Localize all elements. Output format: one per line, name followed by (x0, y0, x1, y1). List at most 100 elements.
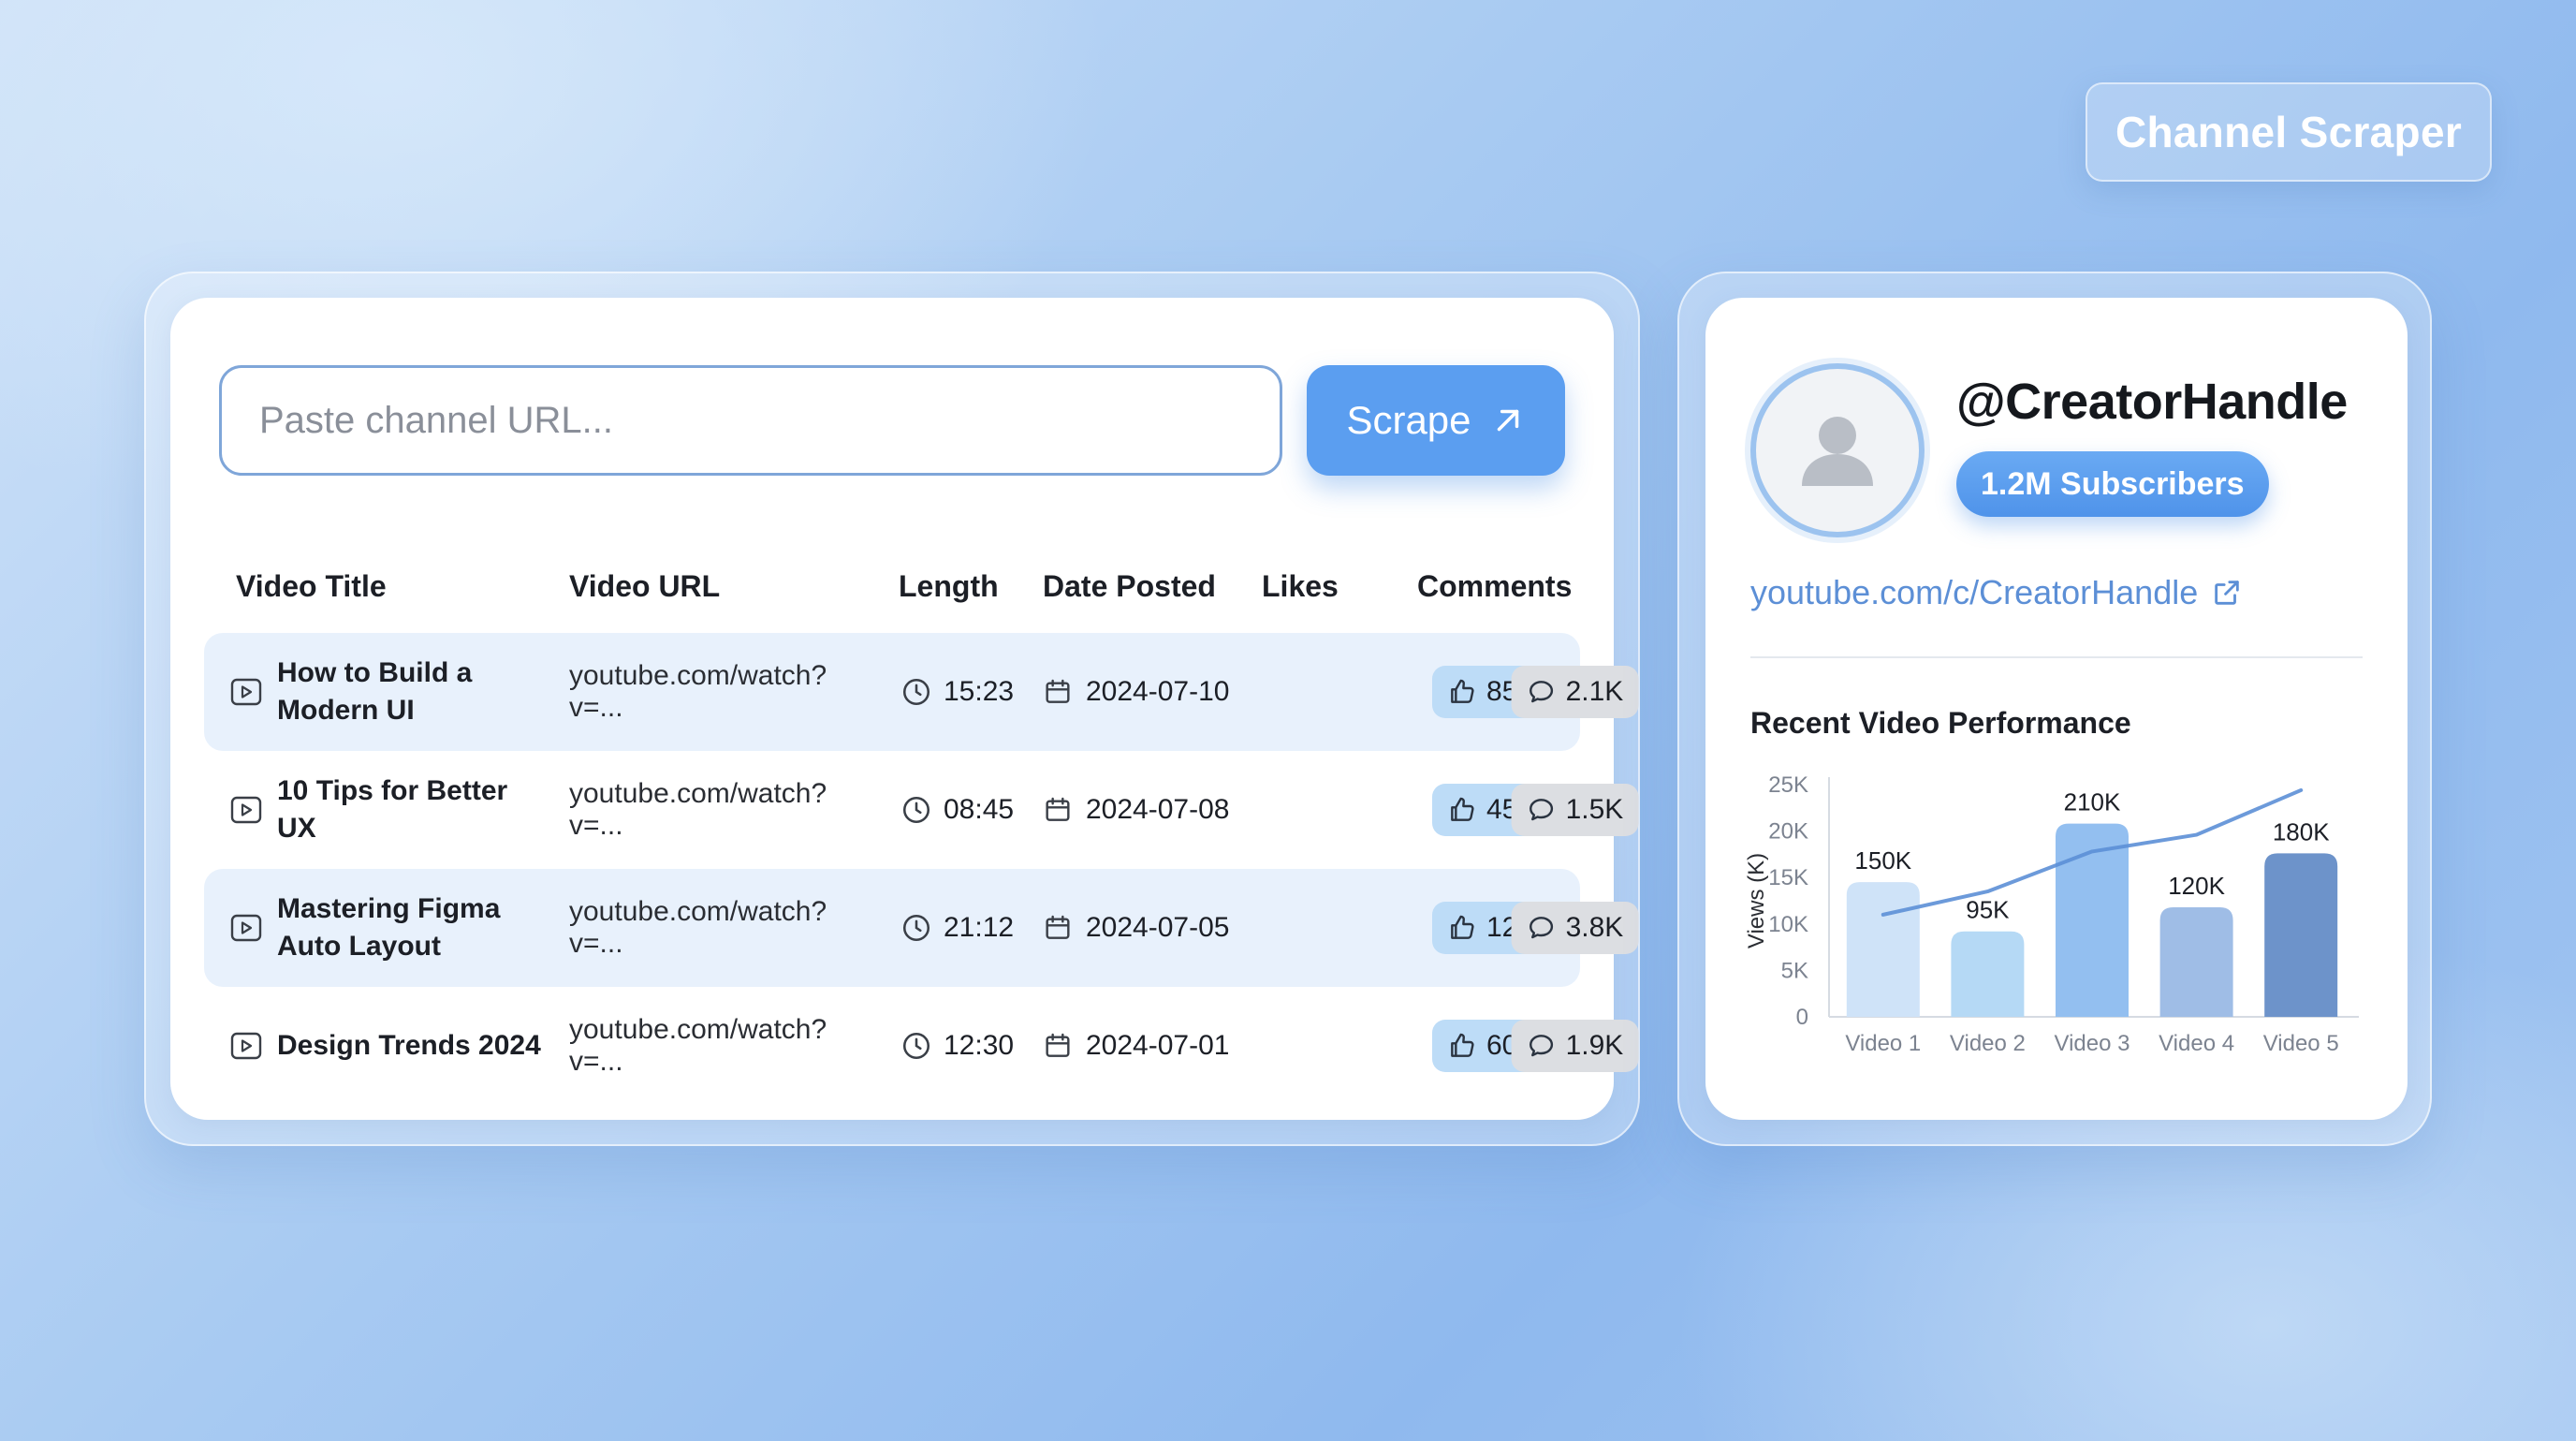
table-row[interactable]: How to Build a Modern UI youtube.com/watch… (204, 633, 1639, 751)
y-tick-label: 10K (1768, 912, 1808, 937)
video-title: Mastering Figma Auto Layout (277, 893, 501, 962)
comments-value: 1.9K (1565, 1030, 1624, 1061)
scrape-button-label: Scrape (1346, 398, 1471, 442)
video-title: Design Trends 2024 (277, 1030, 541, 1061)
comments-cell: 1.9K (1511, 987, 1639, 1105)
arrow-up-right-icon (1497, 409, 1518, 432)
y-axis-label: Views (K) (1744, 853, 1769, 948)
comments-cell: 1.5K (1511, 751, 1639, 869)
video-url-link[interactable]: youtube.com/watch?v=... (569, 633, 878, 751)
y-tick-label: 15K (1768, 865, 1808, 890)
video-play-icon (230, 914, 262, 942)
thumbs-up-icon (1451, 915, 1474, 939)
channel-panel: @CreatorHandle 1.2M Subscribers youtube.… (1705, 298, 2408, 1120)
x-tick-label: Video 4 (2159, 1031, 2234, 1056)
header-video-url: Video URL (569, 569, 721, 603)
video-date: 2024-07-08 (1043, 751, 1229, 869)
clock-icon (902, 796, 930, 824)
calendar-icon (1046, 797, 1070, 821)
comment-icon (1530, 799, 1554, 821)
video-length: 12:30 (900, 987, 1014, 1105)
performance-title: Recent Video Performance (1750, 706, 2131, 740)
avatar (1750, 363, 1925, 537)
video-play-icon (230, 796, 262, 824)
y-tick-label: 5K (1781, 958, 1808, 983)
video-date: 2024-07-01 (1043, 987, 1229, 1105)
y-tick-label: 20K (1768, 819, 1808, 845)
date-value: 2024-07-05 (1086, 912, 1230, 943)
table-row[interactable]: Design Trends 2024 youtube.com/watch?v=..… (204, 987, 1639, 1105)
comments-value: 2.1K (1565, 676, 1624, 707)
table-row[interactable]: 10 Tips for Better UX youtube.com/watch?v… (204, 751, 1639, 869)
scraper-panel: Scrape Video Title Video URL Length Date… (170, 298, 1639, 1120)
length-value: 12:30 (944, 1030, 1015, 1061)
user-icon (1802, 417, 1873, 486)
calendar-icon (1046, 679, 1070, 703)
bar-data-label: 210K (2064, 788, 2121, 816)
scrape-button[interactable]: Scrape (1307, 365, 1565, 476)
length-value: 15:23 (944, 676, 1015, 707)
video-date: 2024-07-10 (1043, 633, 1229, 751)
clock-icon (902, 678, 930, 706)
comments-cell: 3.8K (1511, 869, 1639, 987)
bar (2264, 853, 2338, 1017)
comment-icon (1530, 681, 1554, 703)
header-date-posted: Date Posted (1043, 569, 1216, 603)
comments-value: 1.5K (1565, 794, 1624, 825)
divider (1750, 656, 2363, 658)
video-date: 2024-07-05 (1043, 869, 1229, 987)
bar-data-label: 120K (2168, 872, 2225, 900)
thumbs-up-icon (1451, 679, 1474, 703)
video-length: 08:45 (900, 751, 1014, 869)
comments-badge: 3.8K (1511, 902, 1639, 954)
video-length: 21:12 (900, 869, 1014, 987)
length-value: 21:12 (944, 912, 1015, 943)
video-title-cell: Mastering Figma Auto Layout (230, 869, 549, 987)
performance-chart: 0 5K 10K 15K 20K 25K Views (K) 150K Video 1 95K Vi… (1744, 772, 2359, 1056)
x-tick-label: Video 5 (2263, 1031, 2339, 1056)
comments-badge: 2.1K (1511, 666, 1639, 718)
y-tick-label: 25K (1768, 772, 1808, 798)
bar-data-label: 180K (2273, 817, 2330, 845)
channel-url-input[interactable] (219, 365, 1282, 476)
comments-value: 3.8K (1565, 912, 1624, 943)
x-tick-label: Video 1 (1845, 1031, 1921, 1056)
video-length: 15:23 (900, 633, 1014, 751)
channel-handle: @CreatorHandle (1956, 374, 2348, 430)
x-tick-label: Video 3 (2055, 1031, 2130, 1056)
header-length: Length (899, 569, 999, 603)
bar-data-label: 150K (1854, 846, 1911, 875)
bar-data-label: 95K (1966, 896, 2010, 924)
video-title-cell: 10 Tips for Better UX (230, 751, 549, 869)
header-video-title: Video Title (236, 569, 387, 603)
bar (1846, 882, 1920, 1017)
comments-badge: 1.5K (1511, 784, 1639, 836)
channel-link[interactable]: youtube.com/c/CreatorHandle (1750, 573, 2243, 612)
video-title: How to Build a Modern UI (277, 657, 473, 726)
video-url-link[interactable]: youtube.com/watch?v=... (569, 869, 878, 987)
comment-icon (1530, 917, 1554, 939)
video-url-link[interactable]: youtube.com/watch?v=... (569, 751, 878, 869)
calendar-icon (1046, 915, 1070, 939)
comments-badge: 1.9K (1511, 1020, 1639, 1072)
length-value: 08:45 (944, 794, 1015, 825)
video-play-icon (230, 1032, 262, 1060)
date-value: 2024-07-01 (1086, 1030, 1230, 1061)
video-title-cell: How to Build a Modern UI (230, 633, 549, 751)
comments-cell: 2.1K (1511, 633, 1639, 751)
video-title-cell: Design Trends 2024 (230, 987, 549, 1105)
video-url-link[interactable]: youtube.com/watch?v=... (569, 987, 878, 1105)
video-play-icon (230, 678, 262, 706)
header-likes: Likes (1262, 569, 1339, 603)
external-link-icon (2215, 581, 2239, 605)
calendar-icon (1046, 1033, 1070, 1057)
thumbs-up-icon (1451, 1033, 1474, 1057)
subscriber-count-badge: 1.2M Subscribers (1956, 451, 2269, 517)
table-row[interactable]: Mastering Figma Auto Layout youtube.com/wa… (204, 869, 1639, 987)
app-title-badge: Channel Scraper (2086, 82, 2492, 182)
bar (1951, 931, 2025, 1017)
x-tick-label: Video 2 (1950, 1031, 2026, 1056)
clock-icon (902, 1032, 930, 1060)
thumbs-up-icon (1451, 797, 1474, 821)
bar (2159, 906, 2233, 1017)
